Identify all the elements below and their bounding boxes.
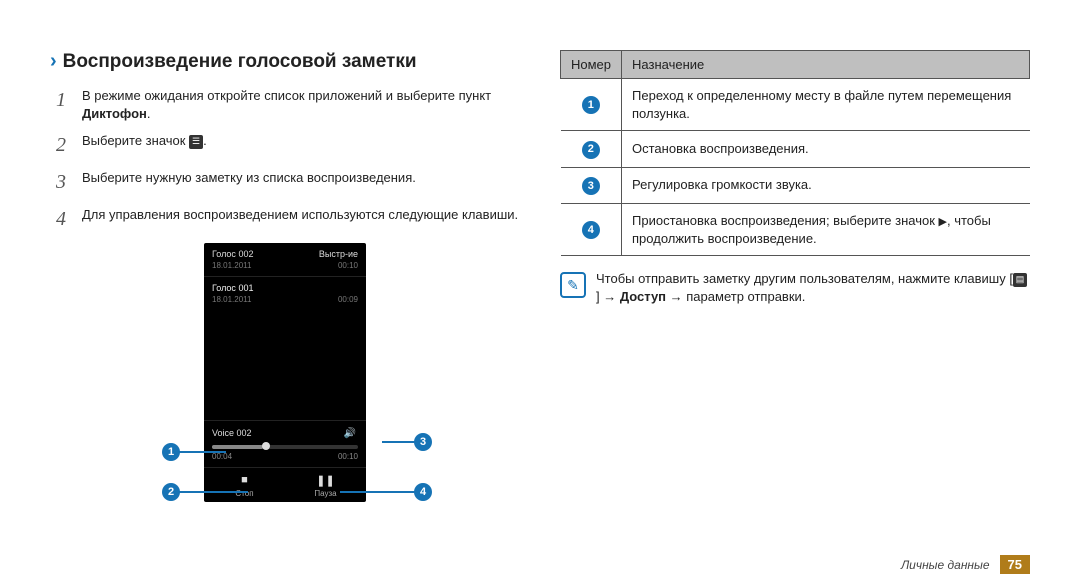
callout-3: 3: [414, 433, 432, 451]
step-text: Для управления воспроизведением использу…: [82, 206, 520, 233]
volume-icon[interactable]: 🔊: [342, 427, 358, 439]
row-desc: Приостановка воспроизведения; выберите з…: [622, 203, 1030, 255]
row-desc: Регулировка громкости звука.: [622, 167, 1030, 203]
chevron-right-icon: ›: [50, 50, 57, 73]
phone-row-date: 18.01.2011: [212, 295, 251, 304]
row-badge: 3: [582, 177, 600, 195]
callout-4: 4: [414, 483, 432, 501]
step-number: 1: [56, 87, 82, 122]
footer-section: Личные данные: [901, 558, 990, 572]
step-text: Выберите нужную заметку из списка воспро…: [82, 169, 520, 196]
phone-header-dur: 00:10: [338, 261, 358, 270]
row-badge: 4: [582, 221, 600, 239]
step-text: Выберите значок .: [82, 132, 520, 159]
stop-button[interactable]: ■: [204, 468, 285, 489]
pause-button[interactable]: ❚❚: [285, 468, 366, 489]
step-number: 4: [56, 206, 82, 233]
note-text: Чтобы отправить заметку другим пользоват…: [596, 270, 1030, 305]
note-icon: ✎: [560, 272, 586, 298]
phone-list-item: Голос 001: [204, 277, 366, 295]
play-icon: ▶: [939, 216, 947, 228]
footer-page-number: 75: [1000, 555, 1030, 574]
heading-text: Воспроизведение голосовой заметки: [63, 51, 417, 73]
callout-2: 2: [162, 483, 180, 501]
player-title: Voice 002: [212, 428, 252, 438]
step-number: 2: [56, 132, 82, 159]
page-footer: Личные данные 75: [901, 555, 1030, 574]
reference-table: Номер Назначение 1 Переход к определенно…: [560, 50, 1030, 256]
step-text: В режиме ожидания откройте список прилож…: [82, 87, 520, 122]
steps-list: 1 В режиме ожидания откройте список прил…: [50, 87, 520, 233]
menu-icon: [1013, 273, 1027, 287]
phone-header-date: 18.01.2011: [212, 261, 251, 270]
note-box: ✎ Чтобы отправить заметку другим пользов…: [560, 270, 1030, 305]
time-total: 00:10: [338, 452, 358, 461]
phone-header-action: Выстр-ие: [319, 249, 358, 259]
step-number: 3: [56, 169, 82, 196]
progress-slider[interactable]: [212, 445, 358, 449]
phone-screenshot: Голос 002 Выстр-ие 18.01.2011 00:10 Голо…: [50, 243, 520, 523]
time-elapsed: 00:04: [212, 452, 232, 461]
list-icon: [189, 135, 203, 149]
callout-1: 1: [162, 443, 180, 461]
row-badge: 1: [582, 96, 600, 114]
row-badge: 2: [582, 141, 600, 159]
table-header-number: Номер: [561, 51, 622, 79]
row-desc: Переход к определенному месту в файле пу…: [622, 79, 1030, 131]
phone-header-title: Голос 002: [212, 249, 253, 259]
section-heading: › Воспроизведение голосовой заметки: [50, 50, 520, 73]
table-header-desc: Назначение: [622, 51, 1030, 79]
row-desc: Остановка воспроизведения.: [622, 131, 1030, 167]
phone-row-dur: 00:09: [338, 295, 358, 304]
